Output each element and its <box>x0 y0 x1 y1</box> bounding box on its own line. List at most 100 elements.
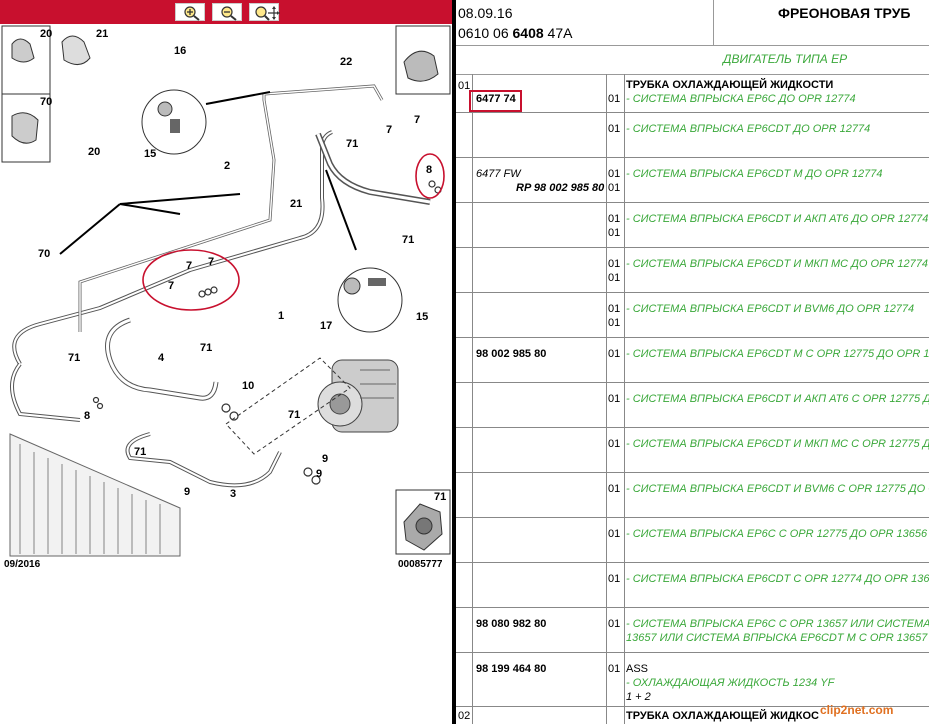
quantity: 01 <box>608 573 621 585</box>
callout[interactable]: 2 <box>224 160 230 172</box>
callout[interactable]: 20 <box>88 146 100 158</box>
zoom-move-button[interactable] <box>249 3 280 21</box>
highlight-seal-8 <box>415 153 445 199</box>
application: - СИСТЕМА ВПРЫСКА EP6CDT И АКП AT6 С OPR… <box>626 393 929 405</box>
compressor <box>317 359 399 433</box>
callout[interactable]: 10 <box>242 380 254 392</box>
quantity: 01 <box>608 317 621 329</box>
callout[interactable]: 21 <box>290 198 302 210</box>
callout[interactable]: 71 <box>402 234 414 246</box>
quantity: 01 <box>608 213 621 225</box>
callout[interactable]: 9 <box>322 453 328 465</box>
parts-diagram <box>1 25 451 557</box>
clip-70-shape <box>11 112 39 144</box>
pipe-2 <box>78 84 384 332</box>
quantity: 01 <box>608 227 621 239</box>
callout[interactable]: 70 <box>40 96 52 108</box>
application: - СИСТЕМА ВПРЫСКА EP6CDT И АКП AT6 ДО OP… <box>626 213 929 225</box>
quantity: 01 <box>608 393 621 405</box>
diagram-date: 09/2016 <box>4 559 41 570</box>
application: - СИСТЕМА ВПРЫСКА EP6CDT ДО OPR 12774 <box>626 123 871 135</box>
part-number-fw[interactable]: 6477 FW <box>476 168 521 180</box>
quantity: 01 <box>608 258 621 270</box>
callout[interactable]: 1 <box>278 310 284 322</box>
callout[interactable]: 17 <box>320 320 332 332</box>
header-code: 0610 06 6408 47A <box>458 25 573 41</box>
quantity: 01 <box>608 168 621 180</box>
part-title: ТРУБКА ОХЛАЖДАЮЩЕЙ ЖИДКОС <box>626 710 819 722</box>
application: - СИСТЕМА ВПРЫСКА EP6CDT И МКП MC ДО OPR… <box>626 258 928 270</box>
application: - СИСТЕМА ВПРЫСКА EP6CDT M С OPR 12775 Д… <box>626 348 929 360</box>
page-title: ФРЕОНОВАЯ ТРУБ <box>778 5 911 21</box>
application: - СИСТЕМА ВПРЫСКА EP6CDT И BVM6 ДО OPR 1… <box>626 303 915 315</box>
callout[interactable]: 71 <box>68 352 80 364</box>
zoom-move-icon <box>255 6 280 21</box>
callout[interactable]: 9 <box>316 468 322 480</box>
quantity: 01 <box>608 483 621 495</box>
parts-table-pane: 08.09.16 0610 06 6408 47A ФРЕОНОВАЯ ТРУБ… <box>456 0 929 724</box>
application: - СИСТЕМА ВПРЫСКА EP6C ДО OPR 12774 <box>626 93 856 105</box>
part-number-replacement[interactable]: RP 98 002 985 80 <box>516 182 604 194</box>
clip-21-shape <box>61 35 91 65</box>
callout[interactable]: 71 <box>434 491 446 503</box>
pipe-1 <box>12 130 333 366</box>
diagram-toolbar <box>0 0 452 24</box>
quantity: 01 <box>608 528 621 540</box>
callout[interactable]: 16 <box>174 45 186 57</box>
callout[interactable]: 7 <box>186 260 192 272</box>
callout[interactable]: 7 <box>208 256 214 268</box>
quantity: 01 <box>608 272 621 284</box>
quantity: 01 <box>608 123 621 135</box>
quantity: 01 <box>608 303 621 315</box>
callout[interactable]: 3 <box>230 488 236 500</box>
quantity: 01 <box>608 663 621 675</box>
application: - ОХЛАЖДАЮЩАЯ ЖИДКОСТЬ 1234 YF <box>626 677 835 689</box>
callout[interactable]: 71 <box>346 138 358 150</box>
application-note: 1 + 2 <box>626 691 651 703</box>
header-date: 08.09.16 <box>458 5 513 21</box>
part-title: ТРУБКА ОХЛАЖДАЮЩЕЙ ЖИДКОСТИ <box>626 79 834 91</box>
callout[interactable]: 7 <box>168 280 174 292</box>
application: 13657 ИЛИ СИСТЕМА ВПРЫСКА EP6CDT M С OPR… <box>626 632 928 644</box>
highlight-seals-7 <box>142 249 240 311</box>
quantity: 01 <box>608 93 621 105</box>
callout[interactable]: 8 <box>426 164 432 176</box>
callout[interactable]: 15 <box>144 148 156 160</box>
part-number[interactable]: 98 080 982 80 <box>476 618 546 630</box>
callout[interactable]: 7 <box>414 114 420 126</box>
callout[interactable]: 7 <box>386 124 392 136</box>
detail-circle-17-15 <box>337 267 403 333</box>
callout[interactable]: 21 <box>96 28 108 40</box>
callout[interactable]: 71 <box>288 409 300 421</box>
callout[interactable]: 8 <box>84 410 90 422</box>
diagram-pane: 09/2016 00085777 20 21 70 16 15 22 7 7 7… <box>0 0 452 724</box>
application: - СИСТЕМА ВПРЫСКА EP6C С OPR 13657 ИЛИ С… <box>626 618 929 630</box>
condenser <box>9 433 181 557</box>
part-number[interactable]: 98 199 464 80 <box>476 663 546 675</box>
callout[interactable]: 70 <box>38 248 50 260</box>
part-number[interactable]: 98 002 985 80 <box>476 348 546 360</box>
callout[interactable]: 71 <box>134 446 146 458</box>
application: - СИСТЕМА ВПРЫСКА EP6CDT С OPR 12774 ДО … <box>626 573 929 585</box>
zoom-out-button[interactable] <box>212 3 242 21</box>
quantity: 01 <box>608 438 621 450</box>
callout[interactable]: 15 <box>416 311 428 323</box>
zoom-in-icon <box>184 6 200 21</box>
callout[interactable]: 9 <box>184 486 190 498</box>
zoom-out-icon <box>221 6 237 21</box>
quantity: 01 <box>608 182 621 194</box>
diagram-reference: 00085777 <box>398 559 443 570</box>
quantity: 01 <box>608 348 621 360</box>
application-note: ASS <box>626 663 649 675</box>
highlight-part-number <box>469 90 522 112</box>
quantity: 01 <box>608 618 621 630</box>
application: - СИСТЕМА ВПРЫСКА EP6CDT M ДО OPR 12774 <box>626 168 883 180</box>
callout[interactable]: 4 <box>158 352 164 364</box>
row-index: 02 <box>458 710 471 722</box>
application: - СИСТЕМА ВПРЫСКА EP6CDT И BVM6 С OPR 12… <box>626 483 929 495</box>
callout[interactable]: 20 <box>40 28 52 40</box>
zoom-in-button[interactable] <box>175 3 205 21</box>
callout[interactable]: 71 <box>200 342 212 354</box>
engine-type: ДВИГАТЕЛЬ ТИПА EP <box>723 52 848 66</box>
callout[interactable]: 22 <box>340 56 352 68</box>
